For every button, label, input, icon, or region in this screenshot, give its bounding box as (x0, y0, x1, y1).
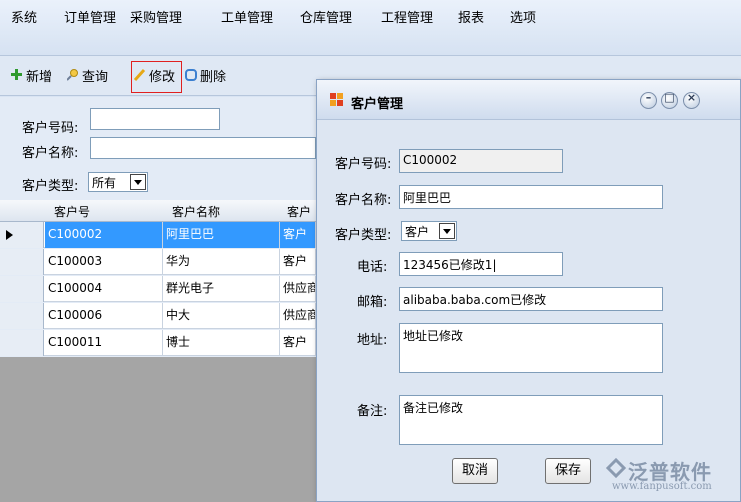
query-button-label: 查询 (82, 69, 109, 85)
menu-warehouse-management[interactable]: 仓库管理 (300, 7, 352, 26)
row-indicator[interactable] (0, 249, 44, 275)
cell-type[interactable]: 客户 (280, 222, 316, 248)
customer-name-label: 客户名称: (22, 146, 79, 161)
row-indicator[interactable] (0, 276, 44, 302)
menu-system[interactable]: 系统 (11, 7, 37, 26)
table-row[interactable]: C100011 博士 客户 (0, 330, 316, 356)
brand-logo-icon (606, 458, 626, 478)
dialog-title-bar: 客户管理 – □ × (317, 80, 740, 120)
menu-reports[interactable]: 报表 (458, 7, 484, 26)
cell-type[interactable]: 客户 (280, 330, 316, 356)
menu-purchase-management[interactable]: 采购管理 (130, 7, 182, 26)
menu-project-management[interactable]: 工程管理 (381, 7, 433, 26)
table-row[interactable]: C100003 华为 客户 (0, 249, 316, 275)
table-row[interactable]: C100002 阿里巴巴 客户 (0, 222, 316, 248)
close-button[interactable]: × (683, 91, 700, 109)
cell-code[interactable]: C100002 (45, 222, 163, 248)
cell-name[interactable]: 群光电子 (163, 276, 280, 302)
column-header-name[interactable]: 客户名称 (172, 203, 220, 220)
dialog-type-label: 客户类型: (335, 228, 392, 243)
menu-options[interactable]: 选项 (510, 7, 536, 26)
dialog-note-textarea[interactable]: 备注已修改 (399, 395, 663, 445)
row-indicator[interactable] (0, 222, 44, 248)
menu-workorder-management[interactable]: 工单管理 (221, 7, 273, 26)
cell-name[interactable]: 博士 (163, 330, 280, 356)
cell-type[interactable]: 客户 (280, 249, 316, 275)
search-icon (66, 69, 79, 81)
dialog-note-label: 备注: (357, 404, 388, 419)
save-button[interactable]: 保存 (545, 458, 591, 484)
cell-name[interactable]: 华为 (163, 249, 280, 275)
delete-icon (185, 69, 197, 81)
row-indicator[interactable] (0, 330, 44, 356)
edit-highlight-frame (131, 61, 182, 93)
customer-code-label: 客户号码: (22, 121, 79, 136)
close-icon: × (686, 91, 697, 104)
new-button-label: 新增 (26, 69, 53, 85)
table-row[interactable]: C100006 中大 供应商 (0, 303, 316, 329)
dialog-address-textarea[interactable]: 地址已修改 (399, 323, 663, 373)
cell-name[interactable]: 中大 (163, 303, 280, 329)
dialog-email-label: 邮箱: (357, 295, 388, 310)
plus-icon (11, 69, 23, 81)
current-row-arrow-icon (6, 230, 13, 240)
dialog-email-input[interactable]: alibaba.baba.com已修改 (399, 287, 663, 311)
dialog-address-label: 地址: (357, 333, 388, 348)
minimize-button[interactable]: – (640, 91, 657, 109)
customer-type-select[interactable]: 所有 (88, 172, 148, 192)
dialog-phone-label: 电话: (357, 260, 388, 275)
delete-button-label: 删除 (200, 69, 227, 85)
minimize-icon: – (645, 91, 652, 104)
dialog-name-label: 客户名称: (335, 193, 392, 208)
query-button[interactable]: 查询 (66, 66, 109, 85)
cell-code[interactable]: C100003 (45, 249, 163, 275)
dropdown-arrow-icon[interactable] (439, 223, 455, 239)
maximize-button[interactable]: □ (661, 91, 678, 109)
cell-type[interactable]: 供应商 (280, 276, 316, 302)
customer-type-value: 所有 (92, 176, 117, 190)
cell-type[interactable]: 供应商 (280, 303, 316, 329)
maximize-icon: □ (664, 91, 675, 104)
cell-code[interactable]: C100004 (45, 276, 163, 302)
dialog-code-label: 客户号码: (335, 157, 392, 172)
customer-name-input[interactable] (90, 137, 316, 159)
dialog-type-select[interactable]: 客户 (401, 221, 457, 241)
dialog-title: 客户管理 (351, 97, 404, 112)
cell-code[interactable]: C100006 (45, 303, 163, 329)
brand-url: www.fanpusoft.com (612, 481, 712, 492)
app-icon (330, 93, 344, 107)
grid-header: 客户号 客户名称 客户 (0, 200, 316, 222)
customer-dialog: 客户管理 – □ × 客户号码: C100002 客户名称: 阿里巴巴 客户类型… (316, 79, 741, 502)
new-button[interactable]: 新增 (11, 66, 53, 85)
dialog-type-value: 客户 (405, 225, 430, 239)
dropdown-arrow-icon[interactable] (130, 174, 146, 190)
table-row[interactable]: C100004 群光电子 供应商 (0, 276, 316, 302)
cell-code[interactable]: C100011 (45, 330, 163, 356)
dialog-name-input[interactable]: 阿里巴巴 (399, 185, 663, 209)
dialog-phone-input[interactable]: 123456已修改1| (399, 252, 563, 276)
delete-button[interactable]: 删除 (185, 66, 227, 85)
row-indicator[interactable] (0, 303, 44, 329)
customer-type-label: 客户类型: (22, 179, 79, 194)
customer-code-input[interactable] (90, 108, 220, 130)
column-header-code[interactable]: 客户号 (54, 203, 90, 220)
grid-empty-area (0, 357, 316, 502)
menu-bar: 系统 订单管理 采购管理 工单管理 仓库管理 工程管理 报表 选项 (0, 0, 741, 56)
brand-watermark: 泛普软件 www.fanpusoft.com (606, 456, 736, 496)
dialog-code-input[interactable]: C100002 (399, 149, 563, 173)
column-header-type[interactable]: 客户 (287, 203, 311, 220)
cancel-button[interactable]: 取消 (452, 458, 498, 484)
cell-name[interactable]: 阿里巴巴 (163, 222, 280, 248)
menu-order-management[interactable]: 订单管理 (64, 7, 116, 26)
